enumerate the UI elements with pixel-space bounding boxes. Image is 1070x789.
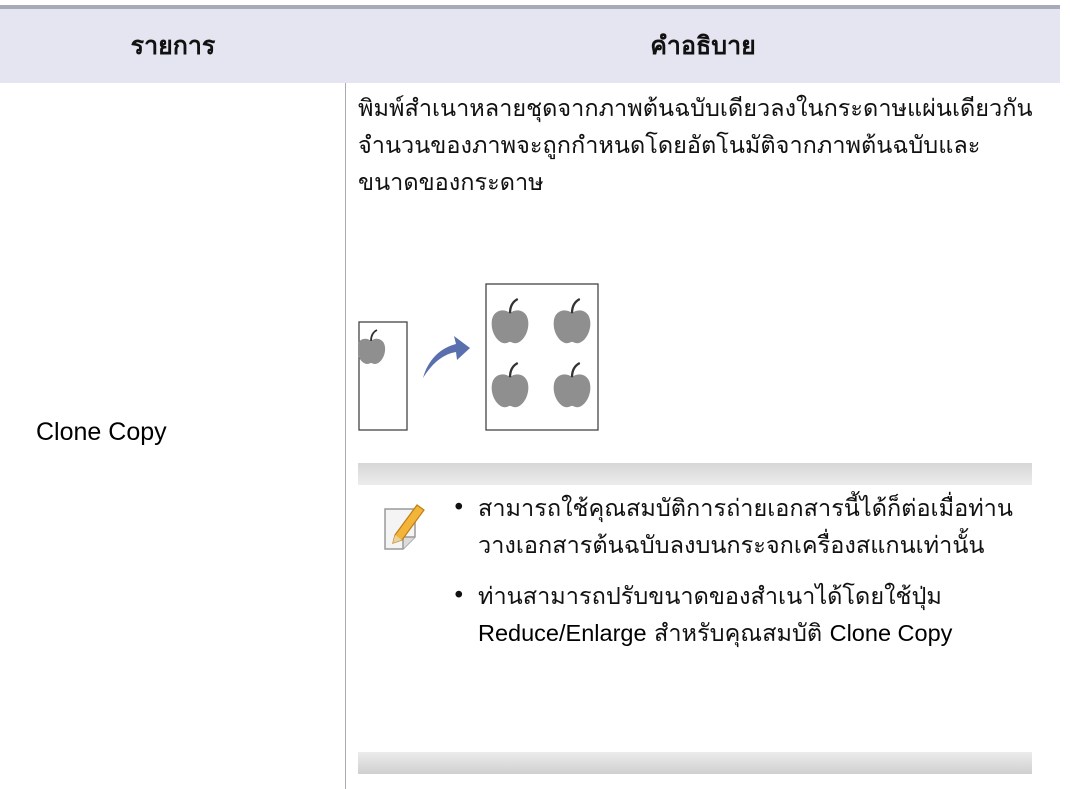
description-line-2: จำนวนของภาพจะถูกกำหนดโดยอัตโนมัติจากภาพต… [358,131,981,196]
clone-copy-feature-label: Clone Copy [829,620,953,646]
note-bullet-2-middle: สำหรับคุณสมบัติ [654,619,823,647]
header-description: คำอธิบาย [650,31,756,60]
note-bullet: • สามารถใช้คุณสมบัติการถ่ายเอกสารนี้ได้ก… [452,494,1013,559]
reduce-enlarge-button-label: Reduce/Enlarge [478,620,647,646]
note-bullet-2-prefix: ท่านสามารถปรับขนาดของสำเนาได้โดยใช้ปุ่ม [478,582,942,610]
note-bottom-bar [358,752,1032,774]
description-cell: พิมพ์สำเนาหลายชุดจากภาพต้นฉบับเดียวลงในก… [358,90,1038,201]
header-item: รายการ [130,31,216,60]
description-line-1: พิมพ์สำเนาหลายชุดจากภาพต้นฉบับเดียวลงในก… [358,94,1033,122]
curved-arrow-icon [423,336,470,378]
source-page [358,321,408,431]
column-divider [345,83,346,789]
note-bullet-1-text: สามารถใช้คุณสมบัติการถ่ายเอกสารนี้ได้ก็ต… [478,494,1013,559]
table-header: รายการ คำอธิบาย [0,9,1060,83]
note-pencil-icon [384,504,425,550]
note-bullet: • ท่านสามารถปรับขนาดของสำเนาได้โดยใช้ปุ่… [452,582,953,647]
item-name: Clone Copy [36,418,167,446]
note-top-bar [358,463,1032,485]
note-list: • สามารถใช้คุณสมบัติการถ่ายเอกสารนี้ได้ก… [434,490,1030,666]
clone-copy-illustration [358,283,599,431]
output-page [485,283,599,431]
note-box: • สามารถใช้คุณสมบัติการถ่ายเอกสารนี้ได้ก… [358,463,1032,774]
